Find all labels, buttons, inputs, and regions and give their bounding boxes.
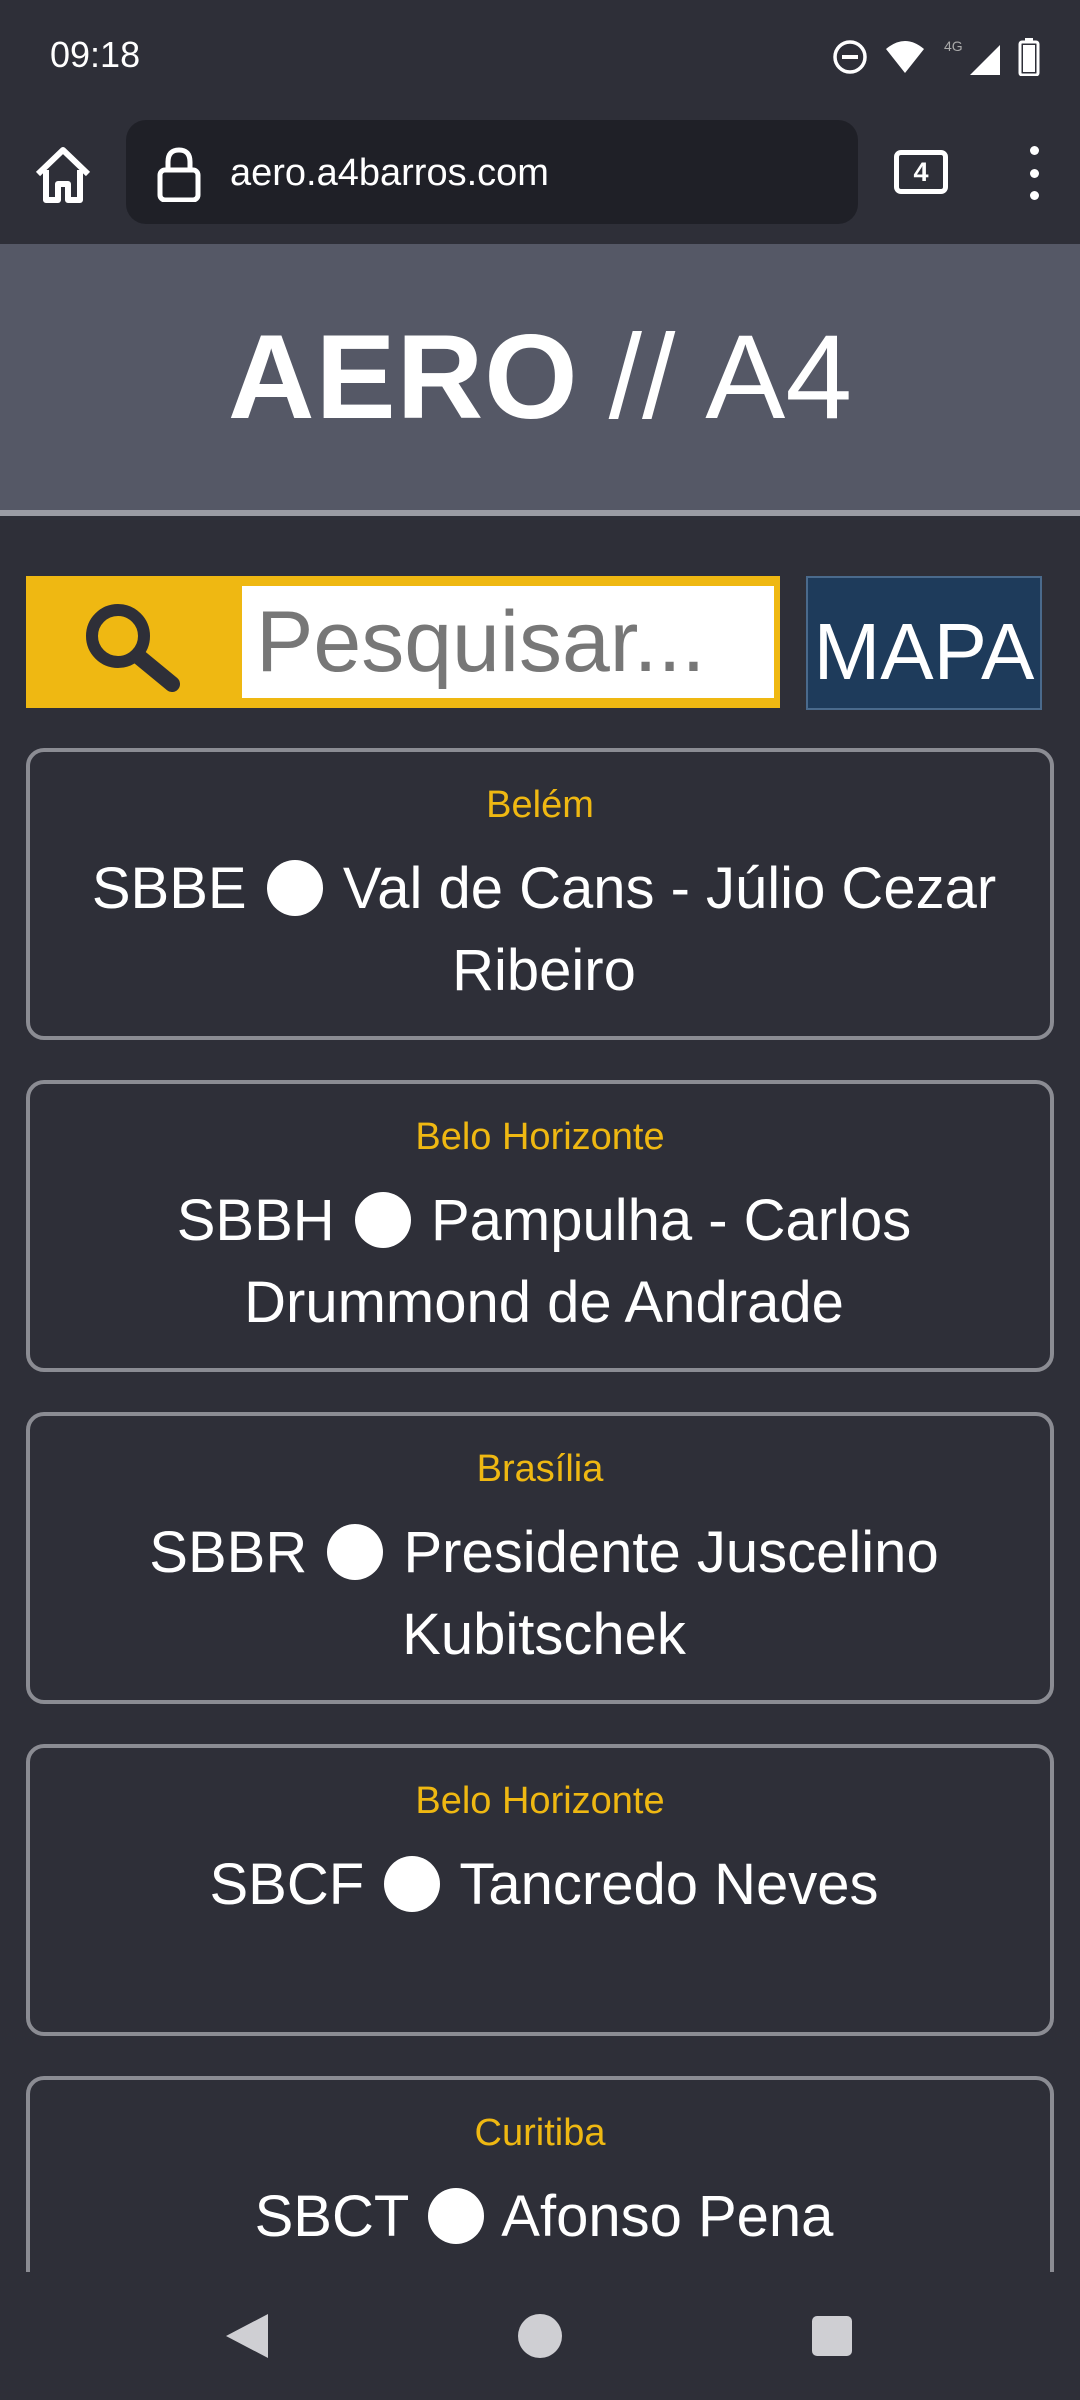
separator-dot-icon <box>266 860 323 916</box>
airport-card[interactable]: Belém SBBE Val de Cans - Júlio Cezar Rib… <box>26 748 1054 1040</box>
browser-toolbar: aero.a4barros.com 4 <box>0 116 1080 244</box>
cellular-signal-icon: 4G <box>944 38 1000 75</box>
lock-icon[interactable] <box>156 146 202 202</box>
airport-code: SBCF <box>209 1852 365 1917</box>
address-bar[interactable]: aero.a4barros.com <box>126 120 858 224</box>
brand-suffix: A4 <box>705 310 853 444</box>
airport-name: Tancredo Neves <box>459 1852 879 1917</box>
airport-city: Belo Horizonte <box>415 1116 665 1158</box>
status-bar: 09:18 4G <box>0 0 1080 116</box>
airport-city: Belo Horizonte <box>415 1780 665 1822</box>
airport-title: SBBH Pampulha - Carlos Drummond de Andra… <box>70 1180 1018 1344</box>
status-icons: 4G <box>832 34 1040 80</box>
overflow-menu-icon[interactable] <box>1018 146 1050 200</box>
airport-name: Val de Cans - Júlio Cezar Ribeiro <box>342 856 997 1003</box>
recent-apps-icon[interactable] <box>812 2316 852 2356</box>
airport-name: Afonso Pena <box>501 2184 834 2249</box>
airport-city: Curitiba <box>474 2112 606 2154</box>
airport-city: Belém <box>486 784 594 826</box>
airport-city: Brasília <box>476 1448 604 1490</box>
airport-name: Presidente Juscelino Kubitschek <box>402 1520 939 1667</box>
status-time: 09:18 <box>50 34 141 75</box>
separator-dot-icon <box>384 1856 441 1912</box>
brand-separator: // <box>608 310 676 444</box>
home-icon[interactable] <box>30 142 96 208</box>
search-input[interactable] <box>242 586 774 698</box>
brand-name: AERO <box>227 310 579 444</box>
airport-title: SBCF Tancredo Neves <box>70 1844 1018 1926</box>
tab-switcher-button[interactable]: 4 <box>894 150 948 194</box>
map-button[interactable]: MAPA <box>806 576 1042 710</box>
airport-title: SBBR Presidente Juscelino Kubitschek <box>70 1512 1018 1676</box>
search-icon <box>86 604 180 692</box>
separator-dot-icon <box>327 1524 384 1580</box>
airport-name: Pampulha - Carlos Drummond de Andrade <box>244 1188 912 1335</box>
airport-title: SBBE Val de Cans - Júlio Cezar Ribeiro <box>70 848 1018 1012</box>
home-nav-icon[interactable] <box>518 2314 562 2358</box>
airport-code: SBBE <box>91 856 247 921</box>
tab-count: 4 <box>913 156 929 187</box>
airport-card[interactable]: Belo Horizonte SBBH Pampulha - Carlos Dr… <box>26 1080 1054 1372</box>
airport-title: SBCT Afonso Pena <box>70 2176 1018 2258</box>
airport-card[interactable]: Brasília SBBR Presidente Juscelino Kubit… <box>26 1412 1054 1704</box>
site-header: AERO // A4 <box>0 244 1080 516</box>
network-type-label: 4G <box>944 38 963 54</box>
battery-icon <box>1018 38 1040 76</box>
airport-code: SBBH <box>176 1188 335 1253</box>
back-icon[interactable] <box>222 2312 272 2360</box>
airport-code: SBBR <box>149 1520 308 1585</box>
separator-dot-icon <box>354 1192 411 1248</box>
url-text[interactable]: aero.a4barros.com <box>230 152 549 195</box>
system-navigation-bar <box>0 2272 1080 2400</box>
separator-dot-icon <box>428 2188 485 2244</box>
airport-card[interactable]: Belo Horizonte SBCF Tancredo Neves <box>26 1744 1054 2036</box>
wifi-icon <box>886 41 924 73</box>
do-not-disturb-icon <box>833 40 867 74</box>
airport-code: SBCT <box>254 2184 409 2249</box>
search-row: MAPA <box>26 576 1042 710</box>
search-block <box>26 576 780 708</box>
